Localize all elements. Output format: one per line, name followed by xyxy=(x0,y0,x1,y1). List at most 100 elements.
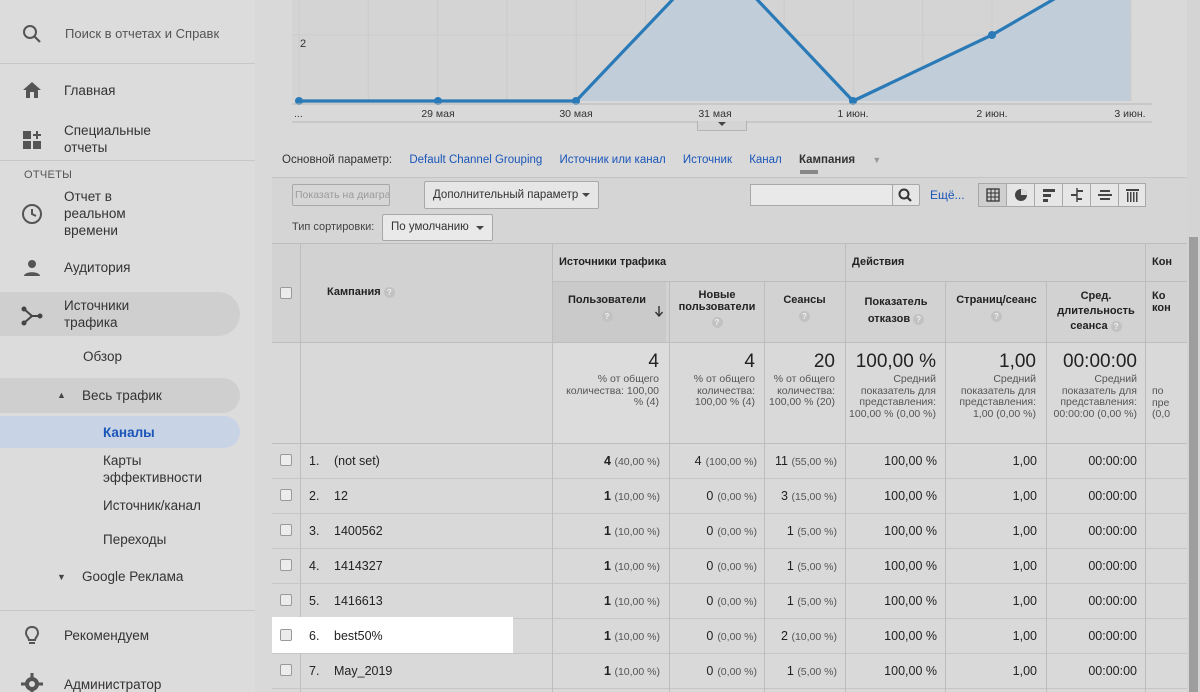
total-new-users: 4 xyxy=(744,351,755,372)
grid-line xyxy=(945,443,946,692)
timeline-chart: 2... 29 мая 30 мая 31 мая 1 июн. 2 июн. 3 июн. xyxy=(272,0,1187,140)
duration-cell: 00:00:00 xyxy=(1088,524,1137,538)
view-toggle-group xyxy=(978,183,1146,207)
users-cell: 1 (10,00 %) xyxy=(562,559,660,573)
row-checkbox[interactable] xyxy=(280,559,292,571)
help-icon[interactable]: ? xyxy=(711,316,723,328)
sidebar-item-home[interactable]: Главная xyxy=(0,76,240,104)
campaign-name[interactable]: 1416613 xyxy=(334,594,383,608)
row-checkbox[interactable] xyxy=(280,524,292,536)
help-icon[interactable]: ? xyxy=(799,310,810,322)
pie-chart-icon xyxy=(1015,189,1027,201)
view-comparison-button[interactable] xyxy=(1063,184,1091,206)
bounce-column-header[interactable]: Показатель отказов ? xyxy=(850,294,942,328)
campaign-column-header[interactable]: Кампания ? xyxy=(327,286,395,298)
help-icon[interactable]: ? xyxy=(383,286,395,298)
campaign-name[interactable]: 12 xyxy=(334,489,348,503)
users-cell: 1 (10,00 %) xyxy=(562,629,660,643)
sidebar-item-custom-reports[interactable]: Специальные отчеты xyxy=(0,120,240,160)
row-checkbox[interactable] xyxy=(280,629,292,641)
bounce-cell: 100,00 % xyxy=(884,489,937,503)
total-new-users-sub: % от общего количества: 100,00 % (4) xyxy=(693,373,755,408)
help-icon[interactable]: ? xyxy=(913,313,925,325)
help-icon[interactable]: ? xyxy=(1110,320,1122,332)
sort-arrow-down-icon[interactable] xyxy=(654,305,664,317)
scrollbar-thumb[interactable] xyxy=(1189,237,1198,692)
total-sessions-sub: % от общего количества: 100,00 % (20) xyxy=(769,373,835,408)
new-users-value: 0 xyxy=(706,559,714,573)
table-row[interactable]: 2. 12 1 (10,00 %) 0 (0,00 %) 3 (15,00 %) 100,0… xyxy=(272,479,1187,514)
campaign-name[interactable]: 1400562 xyxy=(334,524,383,538)
view-term-cloud-button[interactable] xyxy=(1091,184,1119,206)
advanced-link[interactable]: Ещё... xyxy=(930,188,965,202)
campaign-name[interactable]: 1414327 xyxy=(334,559,383,573)
dimension-current[interactable]: Кампания ▼ xyxy=(799,154,895,166)
chart-svg: 2... 29 мая 30 мая 31 мая 1 июн. 2 июн. 3 июн. xyxy=(292,0,1152,123)
total-bounce-sub: Средний показатель для представления: 10… xyxy=(849,373,936,420)
sidebar-item-recommended[interactable]: Рекомендуем xyxy=(0,622,240,650)
view-pie-button[interactable] xyxy=(1007,184,1035,206)
sidebar-item-audience[interactable]: Аудитория xyxy=(0,254,240,282)
table-row[interactable]: 3. 1400562 1 (10,00 %) 0 (0,00 %) 1 (5,00 %) 1… xyxy=(272,514,1187,549)
sort-type-dropdown[interactable]: По умолчанию xyxy=(382,214,493,241)
sidebar-item-label: Администратор xyxy=(64,677,162,692)
filter-search-button[interactable] xyxy=(892,184,920,206)
dimension-link[interactable]: Источник xyxy=(683,154,732,166)
sidebar-item-label: Каналы xyxy=(103,425,155,440)
pages-column-header[interactable]: Страниц/сеанс ? xyxy=(949,294,1044,322)
page-scrollbar[interactable] xyxy=(1187,0,1200,692)
campaign-name[interactable]: (not set) xyxy=(334,454,380,468)
row-checkbox[interactable] xyxy=(280,594,292,606)
help-icon[interactable]: ? xyxy=(991,310,1002,322)
dimension-link[interactable]: Источник или канал xyxy=(560,154,666,166)
sessions-pct: (5,00 %) xyxy=(797,596,837,608)
dimension-link[interactable]: Default Channel Grouping xyxy=(409,154,542,166)
table-row[interactable]: 1. (not set) 4 (40,00 %) 4 (100,00 %) 11 (55,… xyxy=(272,444,1187,479)
view-table-button[interactable] xyxy=(979,184,1007,206)
view-pivot-button[interactable] xyxy=(1119,184,1146,206)
sessions-cell: 1 (5,00 %) xyxy=(767,559,837,573)
table-row[interactable]: 5. 1416613 1 (10,00 %) 0 (0,00 %) 1 (5,00 %) 1… xyxy=(272,584,1187,619)
view-performance-button[interactable] xyxy=(1035,184,1063,206)
primary-dimension-label: Основной параметр: xyxy=(282,154,393,166)
duration-cell: 00:00:00 xyxy=(1088,559,1137,573)
bounce-cell: 100,00 % xyxy=(884,454,937,468)
sidebar-item-admin[interactable]: Администратор xyxy=(0,670,240,692)
row-checkbox[interactable] xyxy=(280,454,292,466)
table-filter-input[interactable] xyxy=(750,184,893,206)
table-row[interactable]: 4. 1414327 1 (10,00 %) 0 (0,00 %) 1 (5,00 %) 1… xyxy=(272,549,1187,584)
duration-column-header[interactable]: Сред. длительность сеанса ? xyxy=(1049,289,1143,334)
users-cell: 1 (10,00 %) xyxy=(562,594,660,608)
campaign-name[interactable]: best50% xyxy=(334,629,383,643)
help-icon[interactable]: ? xyxy=(601,310,613,322)
sessions-pct: (10,00 %) xyxy=(791,631,837,643)
chart-toggle-handle[interactable] xyxy=(697,121,747,131)
row-checkbox[interactable] xyxy=(280,489,292,501)
row-checkbox[interactable] xyxy=(280,664,292,676)
sessions-cell: 2 (10,00 %) xyxy=(767,629,837,643)
secondary-dimension-dropdown[interactable]: Дополнительный параметр xyxy=(424,181,599,209)
users-pct: (10,00 %) xyxy=(614,561,660,573)
duration-cell: 00:00:00 xyxy=(1088,664,1137,678)
users-column-header[interactable]: Пользователи ? xyxy=(557,294,657,322)
sidebar-item-label: Переходы xyxy=(103,532,167,547)
grid-line xyxy=(552,443,553,692)
campaign-name[interactable]: May_2019 xyxy=(334,664,392,678)
data-point[interactable] xyxy=(988,31,996,39)
report-search[interactable]: Поиск в отчетах и Справк xyxy=(0,0,255,64)
table-row[interactable]: 7. May_2019 1 (10,00 %) 0 (0,00 %) 1 (5,00 %)… xyxy=(272,654,1187,689)
sessions-column-header[interactable]: Сеансы ? xyxy=(767,294,842,322)
sidebar-item-realtime[interactable]: Отчет в реальном времени xyxy=(0,188,240,242)
users-pct: (10,00 %) xyxy=(614,666,660,678)
plot-rows-button[interactable]: Показать на диаграмме xyxy=(292,184,390,206)
new-users-column-header[interactable]: Новые пользователи ? xyxy=(672,289,762,328)
table-row[interactable]: 6. best50% 1 (10,00 %) 0 (0,00 %) 2 (10,00 %)… xyxy=(272,617,1187,654)
select-all-checkbox[interactable] xyxy=(280,287,292,299)
sidebar-item-label: Отчет в реальном времени xyxy=(64,189,126,238)
conversions-column-header[interactable]: Ко кон xyxy=(1152,290,1187,314)
sort-type-value: По умолчанию xyxy=(391,221,469,233)
sidebar-item-label: Аудитория xyxy=(64,260,131,275)
current-dimension-underline xyxy=(800,170,818,174)
dimension-link[interactable]: Канал xyxy=(749,154,782,166)
sessions-value: 1 xyxy=(786,664,794,678)
